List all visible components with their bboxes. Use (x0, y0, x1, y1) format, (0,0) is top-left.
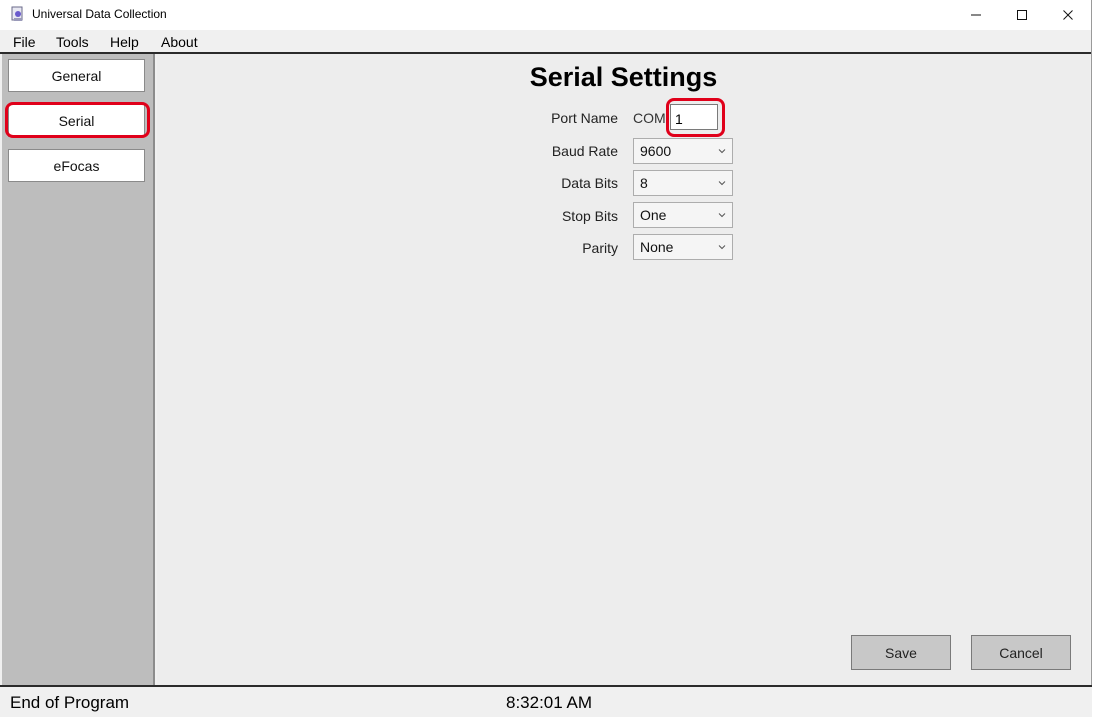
close-button[interactable] (1045, 0, 1091, 30)
port-highlight-annotation (666, 98, 725, 137)
stop-bits-select[interactable]: One (633, 202, 733, 228)
com-prefix-label: COM (633, 110, 666, 126)
serial-highlight-annotation (5, 102, 150, 138)
sidebar-item-efocas[interactable]: eFocas (8, 149, 145, 182)
title-bar[interactable]: Universal Data Collection (0, 0, 1091, 30)
maximize-button[interactable] (999, 0, 1045, 30)
data-bits-label: Data Bits (561, 175, 618, 191)
close-icon (1063, 10, 1073, 20)
data-bits-select[interactable]: 8 (633, 170, 733, 196)
chevron-down-icon (718, 149, 726, 154)
sidebar: General Serial eFocas (2, 54, 155, 685)
page-title: Serial Settings (529, 62, 718, 92)
status-message: End of Program (10, 693, 130, 712)
menu-file[interactable]: File (13, 34, 36, 50)
sidebar-item-general[interactable]: General (8, 59, 145, 92)
status-time: 8:32:01 AM (506, 693, 593, 712)
status-bar: End of Program 8:32:01 AM (0, 687, 1092, 717)
minimize-button[interactable] (953, 0, 999, 30)
app-window: Universal Data Collection File Tools Hel… (0, 0, 1092, 717)
app-icon (11, 6, 25, 22)
menu-about[interactable]: About (161, 34, 198, 50)
stop-bits-label: Stop Bits (561, 208, 618, 224)
cancel-button[interactable]: Cancel (971, 635, 1071, 670)
baud-rate-value: 9600 (640, 143, 672, 159)
chevron-down-icon (718, 245, 726, 250)
settings-panel (157, 54, 1090, 685)
parity-select[interactable]: None (633, 234, 733, 260)
maximize-icon (1017, 10, 1027, 20)
menu-tools[interactable]: Tools (56, 34, 89, 50)
parity-label: Parity (582, 240, 618, 256)
chevron-down-icon (718, 181, 726, 186)
data-bits-value: 8 (640, 175, 648, 191)
baud-rate-select[interactable]: 9600 (633, 138, 733, 164)
minimize-icon (971, 14, 981, 16)
menu-bar: File Tools Help About (0, 30, 1091, 52)
baud-rate-label: Baud Rate (551, 143, 618, 159)
chevron-down-icon (718, 213, 726, 218)
save-button[interactable]: Save (851, 635, 951, 670)
desktop-background (1092, 0, 1097, 717)
stop-bits-value: One (640, 207, 667, 223)
menu-help[interactable]: Help (110, 34, 139, 50)
port-name-label: Port Name (551, 110, 618, 126)
parity-value: None (640, 239, 674, 255)
window-title: Universal Data Collection (32, 7, 167, 21)
